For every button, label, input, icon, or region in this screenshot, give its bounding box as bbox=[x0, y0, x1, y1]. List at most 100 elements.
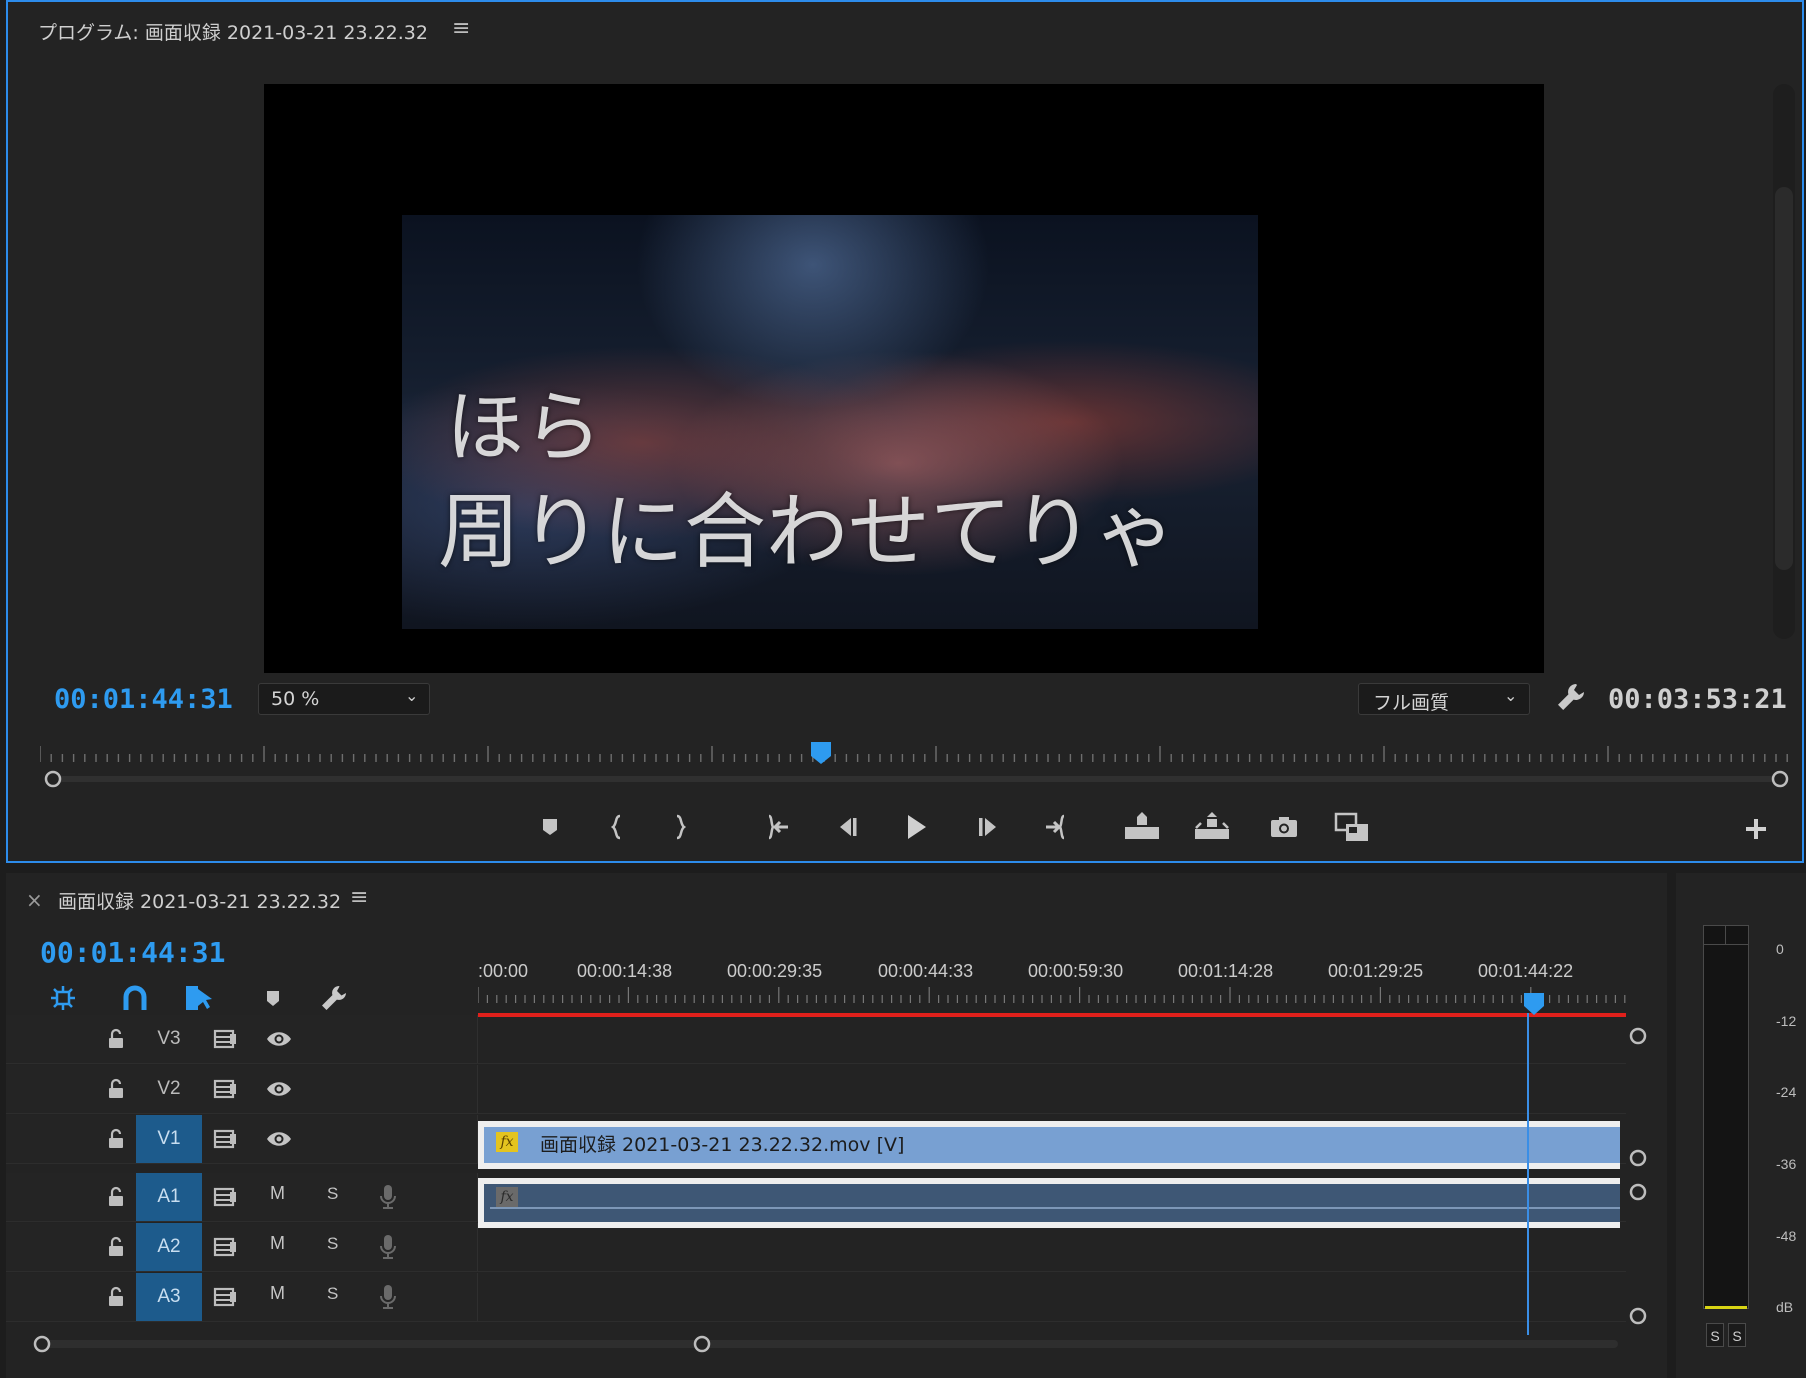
wrench-icon[interactable] bbox=[318, 983, 352, 1013]
step-forward-icon[interactable] bbox=[968, 809, 1008, 845]
track-label-v1[interactable]: V1 bbox=[136, 1115, 202, 1163]
ruler-label: 00:00:14:38 bbox=[577, 961, 673, 981]
track-label-a2[interactable]: A2 bbox=[136, 1223, 202, 1271]
video-tracks-scroll-handle[interactable] bbox=[1628, 1148, 1648, 1168]
mute-button[interactable]: M bbox=[270, 1283, 285, 1304]
go-to-out-icon[interactable] bbox=[1036, 809, 1076, 845]
track-header-v1: V1 bbox=[6, 1115, 478, 1163]
lock-icon[interactable] bbox=[106, 1078, 126, 1100]
meter-peak-indicator[interactable] bbox=[1704, 944, 1748, 945]
sync-lock-icon[interactable] bbox=[212, 1186, 238, 1208]
lock-icon[interactable] bbox=[106, 1186, 126, 1208]
track-label-v2[interactable]: V2 bbox=[136, 1065, 202, 1113]
eye-icon[interactable] bbox=[265, 1128, 293, 1150]
meter-scale-label: -36 bbox=[1776, 1156, 1797, 1172]
meter-solo-button[interactable]: S bbox=[1706, 1323, 1724, 1347]
subtitle-line-1: ほら bbox=[446, 383, 603, 473]
timeline-time-ruler[interactable]: :00:00 00:00:14:38 00:00:29:35 00:00:44:… bbox=[478, 961, 1626, 1007]
track-label-a3[interactable]: A3 bbox=[136, 1273, 202, 1321]
audio-tracks-scroll-handle[interactable] bbox=[1628, 1306, 1648, 1326]
video-tracks-scroll-handle[interactable] bbox=[1628, 1026, 1648, 1046]
program-playhead[interactable] bbox=[809, 740, 833, 766]
solo-button[interactable]: S bbox=[327, 1284, 338, 1304]
wrench-icon[interactable] bbox=[1554, 680, 1588, 714]
audio-clip[interactable]: fx bbox=[478, 1178, 1620, 1228]
program-zoom-scrollbar[interactable] bbox=[44, 770, 1789, 788]
snap-icon[interactable] bbox=[118, 983, 152, 1013]
panel-menu-icon[interactable]: ≡ bbox=[452, 16, 470, 41]
lock-icon[interactable] bbox=[106, 1286, 126, 1308]
timeline-horizontal-scrollbar[interactable] bbox=[32, 1334, 1620, 1354]
mute-button[interactable]: M bbox=[270, 1183, 285, 1204]
track-row-a3: A3 M S bbox=[6, 1273, 1626, 1322]
add-icon[interactable] bbox=[1739, 812, 1773, 846]
go-to-in-icon[interactable] bbox=[759, 809, 799, 845]
panel-menu-icon[interactable]: ≡ bbox=[350, 885, 368, 910]
sync-lock-icon[interactable] bbox=[212, 1286, 238, 1308]
track-label-a1[interactable]: A1 bbox=[136, 1173, 202, 1221]
subtitle-line-2: 周りに合わせてりゃ bbox=[438, 485, 1177, 580]
zoom-level-value: 50 % bbox=[271, 688, 320, 710]
ruler-label: :00:00 bbox=[478, 961, 529, 981]
track-header-a1: A1 M S bbox=[6, 1173, 478, 1221]
fx-badge[interactable]: fx bbox=[496, 1132, 518, 1152]
meter-solo-button[interactable]: S bbox=[1728, 1323, 1746, 1347]
sync-lock-icon[interactable] bbox=[212, 1078, 238, 1100]
meter-channel-divider bbox=[1725, 926, 1726, 944]
comparison-view-icon[interactable] bbox=[1332, 809, 1372, 845]
track-header-a3: A3 M S bbox=[6, 1273, 478, 1321]
zoom-level-select[interactable]: 50 % ⌄ bbox=[258, 683, 430, 715]
mute-button[interactable]: M bbox=[270, 1233, 285, 1254]
video-frame-content: ほら 周りに合わせてりゃ bbox=[402, 215, 1258, 629]
lock-icon[interactable] bbox=[106, 1128, 126, 1150]
solo-button[interactable]: S bbox=[327, 1184, 338, 1204]
close-icon[interactable]: × bbox=[26, 888, 43, 912]
microphone-icon[interactable] bbox=[378, 1183, 398, 1211]
sync-lock-icon[interactable] bbox=[212, 1028, 238, 1050]
solo-button[interactable]: S bbox=[327, 1234, 338, 1254]
video-clip-body: fx 画面収録 2021-03-21 23.22.32.mov [V] bbox=[484, 1127, 1620, 1163]
export-frame-icon[interactable] bbox=[1264, 809, 1304, 845]
timeline-current-timecode[interactable]: 00:01:44:31 bbox=[40, 936, 225, 969]
monitor-scrollbar-thumb[interactable] bbox=[1775, 187, 1793, 570]
sync-lock-icon[interactable] bbox=[212, 1236, 238, 1258]
track-label-v3[interactable]: V3 bbox=[136, 1015, 202, 1063]
ruler-label: 00:01:14:28 bbox=[1178, 961, 1274, 981]
step-back-icon[interactable] bbox=[828, 809, 868, 845]
fx-badge[interactable]: fx bbox=[496, 1187, 518, 1207]
ruler-tickmarks bbox=[478, 987, 1626, 1003]
nest-sequence-icon[interactable] bbox=[46, 983, 80, 1013]
linked-selection-icon[interactable] bbox=[182, 983, 216, 1013]
ruler-label: 00:01:44:22 bbox=[1478, 961, 1574, 981]
lift-icon[interactable] bbox=[1122, 809, 1162, 845]
lock-icon[interactable] bbox=[106, 1236, 126, 1258]
audio-clip-body: fx bbox=[484, 1184, 1620, 1222]
add-marker-icon[interactable] bbox=[256, 983, 290, 1013]
meter-scale-label: 0 bbox=[1776, 941, 1784, 957]
microphone-icon[interactable] bbox=[378, 1283, 398, 1311]
sequence-tab-title[interactable]: 画面収録 2021-03-21 23.22.32 bbox=[58, 887, 341, 914]
playback-resolution-value: フル画質 bbox=[1373, 692, 1450, 714]
video-clip[interactable]: fx 画面収録 2021-03-21 23.22.32.mov [V] bbox=[478, 1121, 1620, 1169]
playback-resolution-select[interactable]: フル画質 ⌄ bbox=[1358, 683, 1530, 715]
program-time-ruler[interactable] bbox=[40, 744, 1795, 768]
track-row-v2: V2 bbox=[6, 1065, 1626, 1114]
audio-tracks-scroll-handle[interactable] bbox=[1628, 1182, 1648, 1202]
lock-icon[interactable] bbox=[106, 1028, 126, 1050]
eye-icon[interactable] bbox=[265, 1028, 293, 1050]
ruler-label: 00:00:29:35 bbox=[727, 961, 823, 981]
ruler-label: 00:00:59:30 bbox=[1028, 961, 1124, 981]
extract-icon[interactable] bbox=[1192, 809, 1232, 845]
marker-icon[interactable] bbox=[530, 809, 570, 845]
eye-icon[interactable] bbox=[265, 1078, 293, 1100]
mark-out-icon[interactable] bbox=[660, 809, 700, 845]
mark-in-icon[interactable] bbox=[597, 809, 637, 845]
program-current-timecode[interactable]: 00:01:44:31 bbox=[54, 684, 233, 715]
audio-meter-bar bbox=[1703, 925, 1749, 1309]
microphone-icon[interactable] bbox=[378, 1233, 398, 1261]
sync-lock-icon[interactable] bbox=[212, 1128, 238, 1150]
track-row-v3: V3 bbox=[6, 1015, 1626, 1064]
program-duration-timecode: 00:03:53:21 bbox=[1608, 684, 1787, 715]
chevron-down-icon: ⌄ bbox=[1504, 686, 1518, 705]
play-icon[interactable] bbox=[896, 809, 936, 845]
